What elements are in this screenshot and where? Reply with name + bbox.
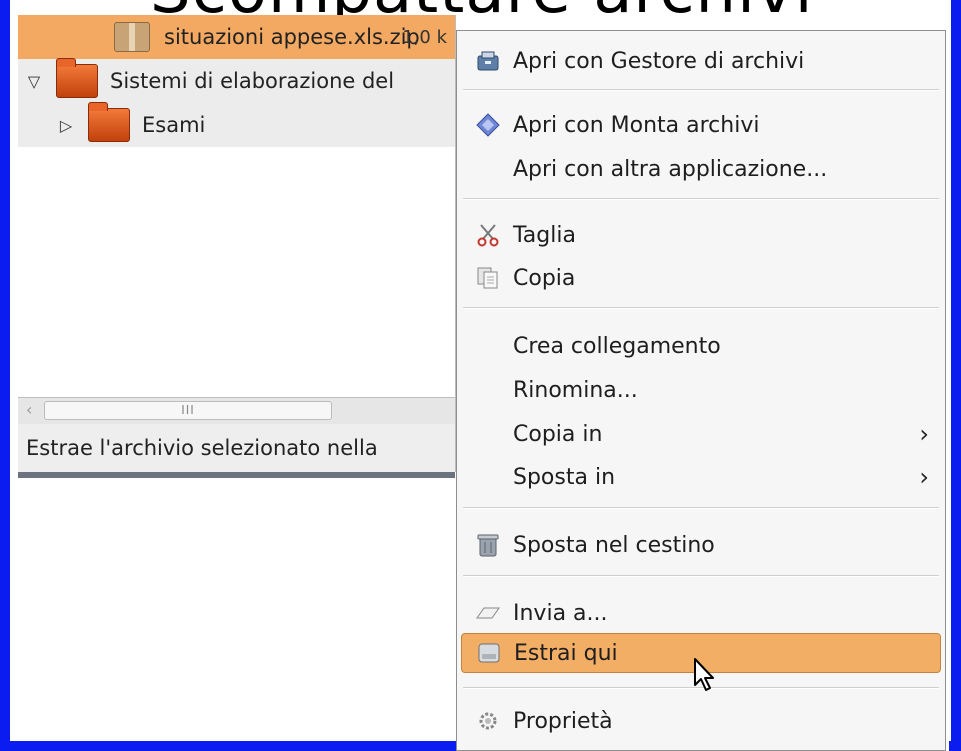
trash-icon bbox=[471, 531, 505, 559]
package-icon bbox=[114, 22, 150, 52]
menu-item-label: Sposta nel cestino bbox=[513, 532, 715, 558]
menu-item-label: Crea collegamento bbox=[513, 333, 721, 359]
menu-item-label: Invia a... bbox=[513, 600, 608, 626]
menu-item-label: Estrai qui bbox=[514, 640, 618, 666]
scrollbar-thumb[interactable]: III bbox=[44, 401, 332, 420]
gear-icon bbox=[471, 707, 505, 735]
menu-separator bbox=[463, 89, 939, 91]
file-size: 1,0 k bbox=[402, 26, 447, 48]
menu-item-open-other-app[interactable]: Apri con altra applicazione... bbox=[461, 149, 941, 189]
folder-icon bbox=[88, 102, 130, 142]
menu-item-cut[interactable]: Taglia bbox=[461, 215, 941, 255]
window-edge bbox=[18, 472, 455, 478]
menu-item-properties[interactable]: Proprietà bbox=[461, 701, 941, 741]
menu-separator bbox=[463, 307, 939, 309]
menu-item-rename[interactable]: Rinomina... bbox=[461, 370, 941, 410]
menu-item-move-to-trash[interactable]: Sposta nel cestino bbox=[461, 525, 941, 565]
mount-archive-icon bbox=[471, 111, 505, 139]
menu-item-label: Sposta in bbox=[513, 464, 616, 490]
extract-icon bbox=[472, 639, 506, 667]
scissors-icon bbox=[471, 221, 505, 249]
menu-item-label: Rinomina... bbox=[513, 377, 638, 403]
file-manager-list: situazioni appese.xls.zip 1,0 k ▽ Sistem… bbox=[18, 15, 456, 472]
menu-item-move-to[interactable]: Sposta in › bbox=[461, 457, 941, 497]
menu-separator bbox=[463, 575, 939, 577]
menu-item-send-to[interactable]: Invia a... bbox=[461, 593, 941, 633]
scroll-left-icon[interactable]: ‹ bbox=[26, 400, 32, 419]
folder-row-esami[interactable]: ▷ Esami bbox=[18, 102, 455, 147]
folder-icon bbox=[56, 58, 98, 98]
file-row-zip[interactable]: situazioni appese.xls.zip 1,0 k bbox=[18, 15, 455, 60]
collapse-triangle-icon[interactable]: ▷ bbox=[56, 116, 76, 135]
submenu-arrow-icon: › bbox=[919, 463, 929, 491]
send-icon bbox=[471, 599, 505, 627]
menu-separator bbox=[463, 507, 939, 509]
status-bar: Estrae l'archivio selezionato nella bbox=[18, 424, 455, 472]
folder-row-sistemi[interactable]: ▽ Sistemi di elaborazione del bbox=[18, 58, 455, 103]
file-name: situazioni appese.xls.zip bbox=[164, 25, 420, 49]
menu-item-label: Copia bbox=[513, 265, 576, 291]
menu-item-label: Apri con altra applicazione... bbox=[513, 156, 828, 182]
menu-item-create-link[interactable]: Crea collegamento bbox=[461, 326, 941, 366]
copy-icon bbox=[471, 264, 505, 292]
submenu-arrow-icon: › bbox=[919, 420, 929, 448]
menu-separator bbox=[463, 198, 939, 200]
menu-item-copy-to[interactable]: Copia in › bbox=[461, 414, 941, 454]
expand-triangle-icon[interactable]: ▽ bbox=[24, 72, 44, 91]
menu-item-open-mount-archive[interactable]: Apri con Monta archivi bbox=[461, 105, 941, 145]
menu-item-label: Apri con Monta archivi bbox=[513, 112, 760, 138]
context-menu: Apri con Gestore di archivi Apri con Mon… bbox=[456, 30, 946, 751]
folder-name: Sistemi di elaborazione del bbox=[110, 69, 395, 93]
menu-item-label: Apri con Gestore di archivi bbox=[513, 48, 805, 74]
archive-manager-icon bbox=[471, 47, 505, 75]
folder-name: Esami bbox=[142, 113, 206, 137]
menu-item-label: Proprietà bbox=[513, 708, 613, 734]
menu-item-label: Copia in bbox=[513, 421, 603, 447]
menu-item-label: Taglia bbox=[513, 222, 576, 248]
menu-item-open-archive-manager[interactable]: Apri con Gestore di archivi bbox=[461, 41, 941, 81]
horizontal-scrollbar[interactable]: ‹ III bbox=[18, 397, 455, 424]
menu-item-copy[interactable]: Copia bbox=[461, 258, 941, 298]
